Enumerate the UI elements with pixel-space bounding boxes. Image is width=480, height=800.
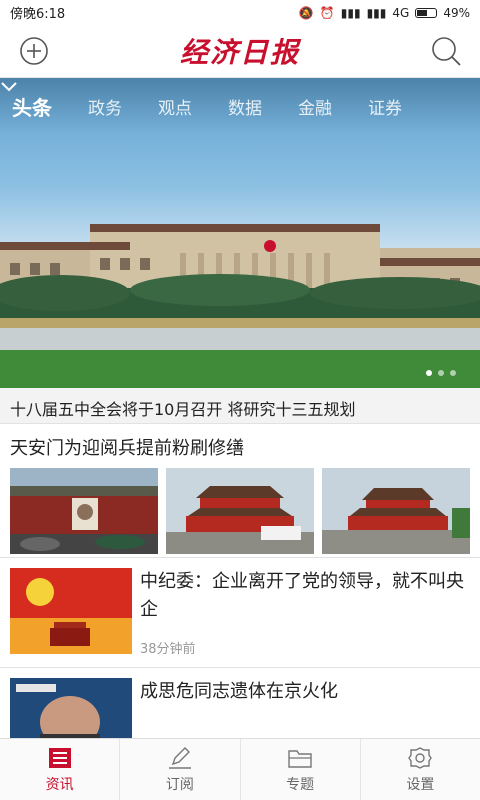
carousel-dot <box>426 370 432 376</box>
hero-caption[interactable]: 十八届五中全会将于10月召开 将研究十三五规划 <box>0 388 480 424</box>
add-button[interactable] <box>16 33 52 69</box>
nav-label: 设置 <box>406 776 435 793</box>
thumbnail-image <box>166 468 314 554</box>
nav-news[interactable]: 资讯 <box>0 739 121 800</box>
news-thumbnail <box>10 568 132 654</box>
list-item[interactable]: 天安门为迎阅兵提前粉刷修缮 <box>0 424 480 558</box>
list-item[interactable]: 成思危同志遗体在京火化 <box>0 668 480 748</box>
battery-level: 49% <box>443 5 470 20</box>
search-icon <box>432 37 461 66</box>
news-icon <box>48 747 71 768</box>
carousel-indicator <box>426 370 456 376</box>
nav-label: 专题 <box>286 776 315 793</box>
nav-settings[interactable]: 设置 <box>361 739 480 800</box>
mute-icon: 🔕 <box>298 5 314 20</box>
signal2-icon: ▮▮▮ <box>366 5 387 20</box>
news-thumbnails <box>10 468 470 554</box>
news-thumbnail <box>10 678 132 742</box>
status-icons: 🔕 ⏰ ▮▮▮ ▮▮▮ 4G 49% <box>299 6 470 20</box>
tab-securities[interactable]: 证券 <box>368 94 402 119</box>
nav-topics[interactable]: 专题 <box>241 739 361 800</box>
battery-icon <box>415 7 438 18</box>
tab-finance[interactable]: 金融 <box>298 94 332 119</box>
settings-icon <box>408 746 433 769</box>
status-time: 傍晚6:18 <box>10 7 66 22</box>
news-title: 中纪委：企业离开了党的领导，就不叫央企 <box>140 571 464 620</box>
status-bar: 傍晚6:18 🔕 ⏰ ▮▮▮ ▮▮▮ 4G 49% <box>0 0 480 25</box>
bottom-navigation: 资讯 订阅 专题 设置 <box>0 738 480 800</box>
carousel-dot <box>438 370 444 376</box>
app-bar: 经济日报 <box>0 25 480 78</box>
plus-circle-icon <box>20 37 48 65</box>
category-tabs: 头条 政务 观点 数据 金融 证券 <box>0 78 480 134</box>
tab-data[interactable]: 数据 <box>228 94 262 119</box>
tab-politics[interactable]: 政务 <box>88 94 122 119</box>
nav-label: 订阅 <box>165 776 194 793</box>
carousel-dot <box>450 370 456 376</box>
hero-banner[interactable]: 头条 政务 观点 数据 金融 证券 <box>0 78 480 388</box>
network-type: 4G <box>392 5 410 20</box>
list-item[interactable]: 中纪委：企业离开了党的领导，就不叫央企 38分钟前 <box>0 558 480 668</box>
app-logo: 经济日报 <box>179 36 300 69</box>
tab-opinion[interactable]: 观点 <box>158 94 192 119</box>
edit-icon <box>168 746 191 769</box>
search-button[interactable] <box>428 33 464 69</box>
thumbnail-image <box>10 468 158 554</box>
news-title: 天安门为迎阅兵提前粉刷修缮 <box>10 438 244 459</box>
alarm-icon: ⏰ <box>319 5 335 20</box>
nav-label: 资讯 <box>45 776 74 793</box>
thumbnail-image <box>322 468 470 554</box>
tab-headline[interactable]: 头条 <box>12 92 52 121</box>
nav-subscribe[interactable]: 订阅 <box>120 739 241 800</box>
news-time: 38分钟前 <box>140 642 196 657</box>
folder-icon <box>288 749 312 768</box>
news-title: 成思危同志遗体在京火化 <box>140 681 338 702</box>
signal-icon: ▮▮▮ <box>340 5 361 20</box>
chevron-down-icon[interactable] <box>0 78 18 96</box>
